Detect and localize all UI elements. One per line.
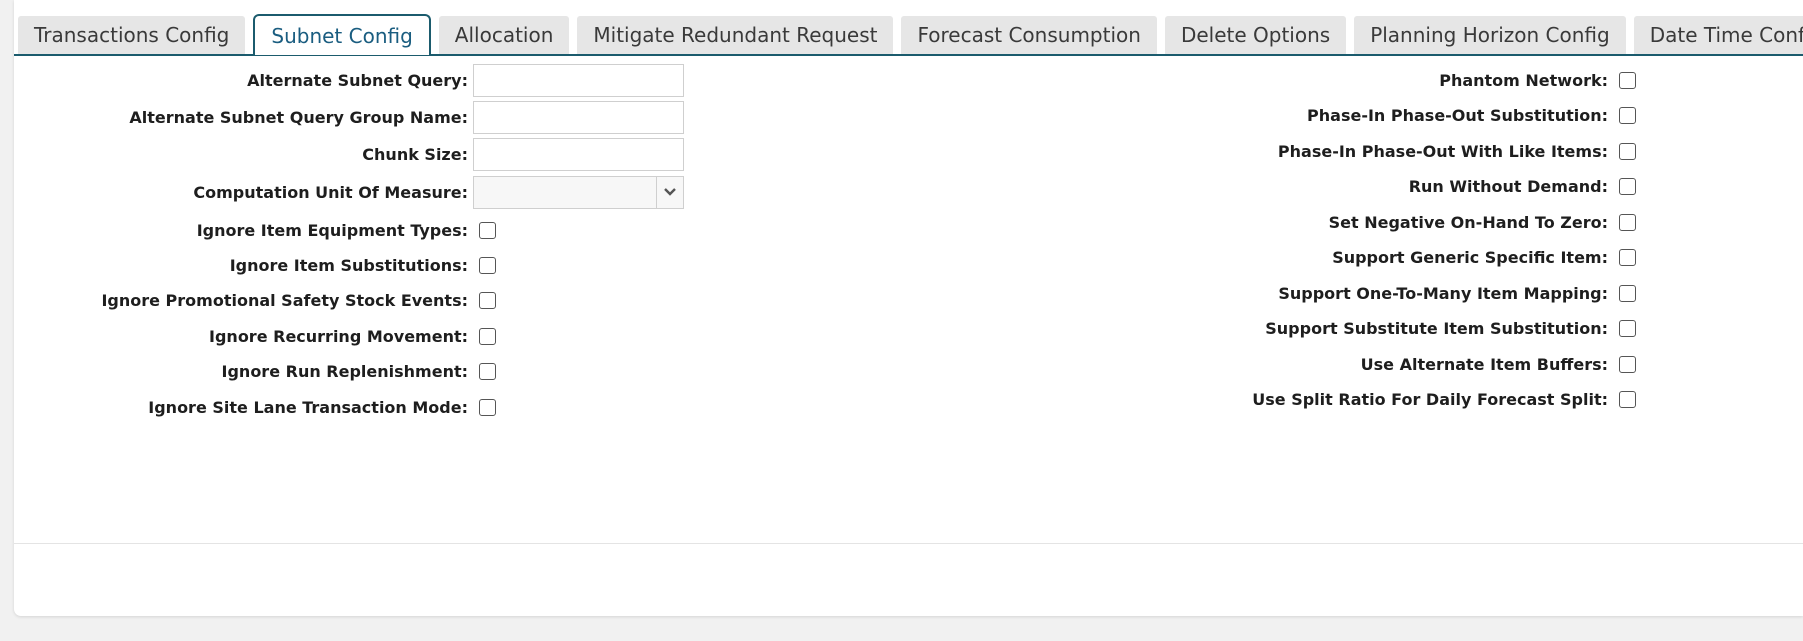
ignore-run-replenishment-label: Ignore Run Replenishment:	[221, 361, 468, 381]
footer-divider	[14, 543, 1803, 544]
field-row-use-split-ratio-for-daily-forecast-split: Use Split Ratio For Daily Forecast Split…	[1000, 382, 1650, 416]
field-row-phase-in-phase-out-with-like-items: Phase-In Phase-Out With Like Items:	[1000, 134, 1650, 168]
field-row-alternate-subnet-query-group-name: Alternate Subnet Query Group Name:	[0, 100, 690, 134]
field-row-phase-in-phase-out-substitution: Phase-In Phase-Out Substitution:	[1000, 98, 1650, 132]
field-row-ignore-run-replenishment: Ignore Run Replenishment:	[0, 354, 690, 388]
ignore-site-lane-transaction-mode-label: Ignore Site Lane Transaction Mode:	[148, 397, 468, 417]
field-row-run-without-demand: Run Without Demand:	[1000, 169, 1650, 203]
use-alternate-item-buffers-checkbox[interactable]	[1619, 355, 1636, 373]
field-row-support-substitute-item-substitution: Support Substitute Item Substitution:	[1000, 311, 1650, 345]
field-row-chunk-size: Chunk Size:	[0, 137, 690, 171]
tab-delete-options[interactable]: Delete Options	[1164, 16, 1347, 54]
alternate-subnet-query-label: Alternate Subnet Query:	[247, 70, 468, 90]
chunk-size-label: Chunk Size:	[362, 144, 468, 164]
field-row-use-alternate-item-buffers: Use Alternate Item Buffers:	[1000, 347, 1650, 381]
ignore-item-substitutions-label: Ignore Item Substitutions:	[229, 255, 468, 275]
field-row-set-negative-on-hand-to-zero: Set Negative On-Hand To Zero:	[1000, 205, 1650, 239]
support-one-to-many-item-mapping-checkbox[interactable]	[1619, 284, 1636, 302]
computation-unit-of-measure-label: Computation Unit Of Measure:	[193, 182, 468, 202]
phase-in-phase-out-with-like-items-checkbox[interactable]	[1619, 142, 1636, 160]
field-row-computation-unit-of-measure: Computation Unit Of Measure:	[0, 175, 690, 209]
tab-mitigate-redundant-request[interactable]: Mitigate Redundant Request	[577, 16, 894, 54]
tab-forecast-consumption[interactable]: Forecast Consumption	[901, 16, 1157, 54]
tab-planning-horizon-config[interactable]: Planning Horizon Config	[1354, 16, 1626, 54]
alternate-subnet-query-group-name-label: Alternate Subnet Query Group Name:	[129, 107, 468, 127]
field-row-alternate-subnet-query: Alternate Subnet Query:	[0, 63, 690, 97]
run-without-demand-checkbox[interactable]	[1619, 177, 1636, 195]
chunk-size-input[interactable]	[473, 137, 684, 171]
ignore-site-lane-transaction-mode-checkbox[interactable]	[479, 398, 496, 416]
use-alternate-item-buffers-label: Use Alternate Item Buffers:	[1360, 354, 1608, 374]
tab-date-time-config[interactable]: Date Time Config	[1633, 16, 1803, 54]
computation-unit-of-measure-select[interactable]	[473, 175, 684, 209]
phantom-network-checkbox[interactable]	[1619, 71, 1636, 89]
set-negative-on-hand-to-zero-label: Set Negative On-Hand To Zero:	[1328, 212, 1608, 232]
support-generic-specific-item-checkbox[interactable]	[1619, 248, 1636, 266]
support-generic-specific-item-label: Support Generic Specific Item:	[1332, 247, 1608, 267]
ignore-item-equipment-types-checkbox[interactable]	[479, 221, 496, 239]
phase-in-phase-out-substitution-checkbox[interactable]	[1619, 106, 1636, 124]
field-row-ignore-site-lane-transaction-mode: Ignore Site Lane Transaction Mode:	[0, 390, 690, 424]
support-one-to-many-item-mapping-label: Support One-To-Many Item Mapping:	[1278, 283, 1608, 303]
use-split-ratio-for-daily-forecast-split-label: Use Split Ratio For Daily Forecast Split…	[1252, 389, 1608, 409]
support-substitute-item-substitution-checkbox[interactable]	[1619, 319, 1636, 337]
field-row-phantom-network: Phantom Network:	[1000, 63, 1650, 97]
field-row-ignore-recurring-movement: Ignore Recurring Movement:	[0, 319, 690, 353]
field-row-support-generic-specific-item: Support Generic Specific Item:	[1000, 240, 1650, 274]
ignore-item-equipment-types-label: Ignore Item Equipment Types:	[196, 220, 468, 240]
field-row-ignore-promotional-safety-stock-events: Ignore Promotional Safety Stock Events:	[0, 283, 690, 317]
use-split-ratio-for-daily-forecast-split-checkbox[interactable]	[1619, 390, 1636, 408]
field-row-ignore-item-equipment-types: Ignore Item Equipment Types:	[0, 213, 690, 247]
tab-bar: Transactions Config Subnet Config Alloca…	[18, 14, 1803, 55]
ignore-recurring-movement-checkbox[interactable]	[479, 327, 496, 345]
chevron-down-icon	[664, 188, 676, 196]
ignore-promotional-safety-stock-events-label: Ignore Promotional Safety Stock Events:	[101, 290, 468, 310]
ignore-run-replenishment-checkbox[interactable]	[479, 362, 496, 380]
run-without-demand-label: Run Without Demand:	[1408, 176, 1608, 196]
alternate-subnet-query-group-name-input[interactable]	[473, 100, 684, 134]
phase-in-phase-out-with-like-items-label: Phase-In Phase-Out With Like Items:	[1277, 141, 1608, 161]
select-dropdown-button[interactable]	[656, 176, 683, 208]
phase-in-phase-out-substitution-label: Phase-In Phase-Out Substitution:	[1307, 105, 1608, 125]
field-row-ignore-item-substitutions: Ignore Item Substitutions:	[0, 248, 690, 282]
support-substitute-item-substitution-label: Support Substitute Item Substitution:	[1265, 318, 1608, 338]
tab-allocation[interactable]: Allocation	[438, 16, 570, 54]
ignore-recurring-movement-label: Ignore Recurring Movement:	[209, 326, 468, 346]
set-negative-on-hand-to-zero-checkbox[interactable]	[1619, 213, 1636, 231]
phantom-network-label: Phantom Network:	[1439, 70, 1608, 90]
alternate-subnet-query-input[interactable]	[473, 63, 684, 97]
ignore-item-substitutions-checkbox[interactable]	[479, 256, 496, 274]
tab-transactions-config[interactable]: Transactions Config	[18, 16, 246, 54]
field-row-support-one-to-many-item-mapping: Support One-To-Many Item Mapping:	[1000, 276, 1650, 310]
tab-subnet-config[interactable]: Subnet Config	[253, 14, 431, 55]
ignore-promotional-safety-stock-events-checkbox[interactable]	[479, 291, 496, 309]
